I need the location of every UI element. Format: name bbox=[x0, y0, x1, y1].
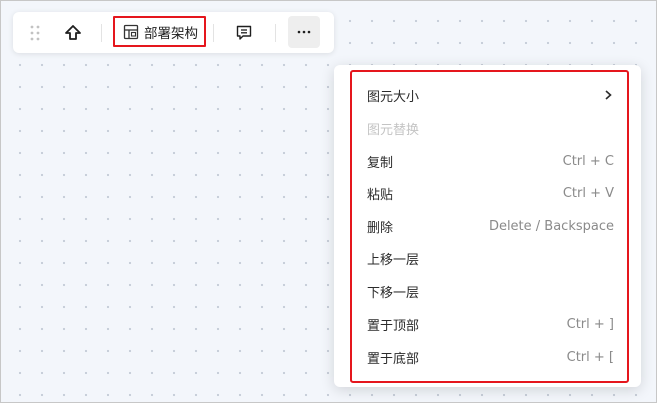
shortcut-label: Ctrl + ] bbox=[566, 316, 614, 332]
menu-item-move-up-layer[interactable]: 上移一层 bbox=[367, 246, 614, 270]
menu-item-bring-to-front[interactable]: 置于顶部 Ctrl + ] bbox=[367, 312, 614, 336]
more-button[interactable] bbox=[288, 16, 320, 48]
toolbar-divider bbox=[275, 24, 276, 42]
context-menu: 图元大小 图元替换 复制 Ctrl + C 粘贴 Ctrl + V 删除 Del… bbox=[334, 65, 641, 387]
shortcut-label: Ctrl + [ bbox=[566, 349, 614, 365]
org-layout-icon bbox=[123, 24, 139, 39]
org-chart-button[interactable]: 部署架构 bbox=[113, 16, 206, 47]
floating-toolbar: 部署架构 bbox=[13, 12, 334, 53]
menu-item-element-replace: 图元替换 bbox=[367, 122, 420, 138]
toolbar-divider bbox=[213, 24, 214, 42]
menu-item-element-size[interactable]: 图元大小 bbox=[367, 83, 614, 107]
menu-item-delete[interactable]: 删除 Delete / Backspace bbox=[367, 214, 614, 238]
chevron-right-icon bbox=[605, 90, 612, 100]
menu-item-copy[interactable]: 复制 Ctrl + C bbox=[367, 149, 614, 173]
canvas[interactable]: 部署架构 图元大小 图元替换 复制 Ctrl + C 粘贴 Ctrl + V 删… bbox=[0, 0, 657, 403]
drag-handle-icon[interactable] bbox=[29, 24, 41, 42]
shortcut-label: Delete / Backspace bbox=[488, 218, 614, 234]
more-icon bbox=[297, 30, 311, 34]
shortcut-label: Ctrl + C bbox=[562, 153, 614, 169]
shortcut-label: Ctrl + V bbox=[562, 185, 614, 201]
menu-item-paste[interactable]: 粘贴 Ctrl + V bbox=[367, 181, 614, 205]
comment-icon bbox=[236, 25, 252, 40]
toolbar-divider bbox=[101, 24, 102, 42]
move-up-button[interactable] bbox=[61, 21, 85, 45]
org-chart-label: 部署架构 bbox=[144, 25, 198, 42]
menu-item-send-to-back[interactable]: 置于底部 Ctrl + [ bbox=[367, 345, 614, 369]
comment-button[interactable] bbox=[232, 21, 256, 45]
menu-item-move-down-layer[interactable]: 下移一层 bbox=[367, 279, 614, 303]
arrow-up-icon bbox=[65, 25, 81, 40]
